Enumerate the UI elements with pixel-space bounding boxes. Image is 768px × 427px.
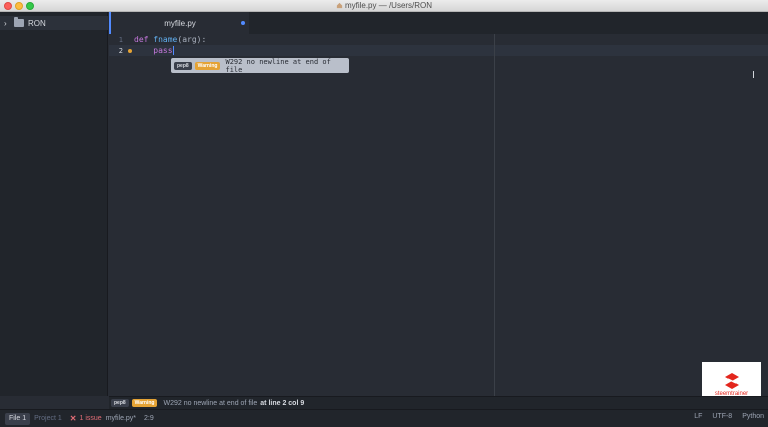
severity-badge: Warning [194,61,221,70]
x-icon: ✕ [69,413,77,423]
status-issue-count: 1 issue [79,414,102,422]
modified-dot-icon[interactable] [241,21,245,25]
tab-bar: myfile.py [109,12,768,34]
status-file-tab[interactable]: File 1 [5,412,31,425]
tooltip-message: W292 no newline at end of file [225,57,331,74]
linter-location-link[interactable]: at line 2 col 9 [260,400,304,407]
status-bar: File 1 Project 1 ✕ 1 issue myfile.py* 2:9… [0,409,768,427]
folder-icon [14,17,24,27]
status-file-label: File [9,414,21,422]
status-right: LF UTF-8 Python [694,413,764,420]
tab-myfile[interactable]: myfile.py [109,12,249,34]
linter-tooltip: pep8 Warning W292 no newline at end of f… [171,57,349,74]
status-file-count: 1 [22,414,27,422]
status-project-tab[interactable]: Project 1 [30,413,66,425]
code-keyword: pass [153,46,173,55]
gutter[interactable]: 1 2 [109,34,132,396]
title-bar: myfile.py — /Users/RON [0,0,768,12]
chevron-right-icon[interactable]: › [4,19,10,28]
text-editor[interactable]: 1 2 def fname(arg): pass pep8 Warning W2… [109,34,768,396]
linter-badge: pep8 [174,61,192,70]
wrap-guide [494,34,495,396]
code-line: def fname(arg): [134,35,206,44]
status-encoding[interactable]: UTF-8 [712,413,732,420]
status-filename[interactable]: myfile.py* [106,415,136,422]
tab-title: myfile.py [164,18,196,28]
status-cursor-position[interactable]: 2:9 [140,413,158,425]
text-cursor [172,46,174,55]
window-title: myfile.py — /Users/RON [344,1,433,10]
current-line-highlight [109,45,768,56]
code-params: (arg): [177,35,207,44]
status-project-label: Project [34,414,56,422]
linter-badge: pep8 [111,399,129,407]
window-title-container: myfile.py — /Users/RON [0,0,768,12]
home-icon [336,2,343,9]
steemtrainer-logo-icon [724,372,739,389]
code-function-name: fname [153,35,178,44]
code-line: pass [134,46,174,55]
status-issues[interactable]: ✕ 1 issue [66,413,106,425]
linter-panel[interactable]: pep8 Warning W292 no newline at end of f… [109,396,768,409]
code-keyword: def [134,35,149,44]
status-grammar[interactable]: Python [742,413,764,420]
severity-badge: Warning [131,399,158,407]
lint-warning-dot-icon[interactable] [128,49,132,53]
status-line-ending[interactable]: LF [694,413,702,420]
status-project-count: 1 [57,414,62,422]
linter-message: W292 no newline at end of file [163,399,258,407]
line-number: 2 [118,47,123,55]
tree-root-project[interactable]: › RON [0,16,108,30]
ibeam-cursor-icon: I [752,70,755,81]
tree-view: › RON [0,12,108,396]
tree-root-label: RON [28,18,46,28]
line-number: 1 [118,36,123,44]
